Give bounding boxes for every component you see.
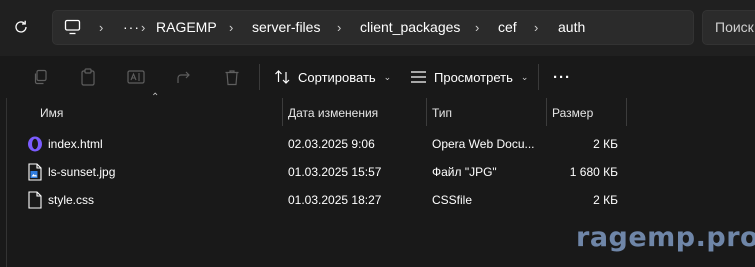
trash-icon [225,69,239,85]
file-type: CSSfile [432,193,473,207]
command-bar: Сортировать ⌄ Просмотреть ⌄ ··· [0,56,755,98]
view-icon [411,71,426,83]
file-size: 2 КБ [593,193,618,207]
file-name: ls-sunset.jpg [48,165,116,179]
toolbar-divider [259,64,260,90]
file-date: 02.03.2025 9:06 [288,137,375,151]
column-header-date[interactable]: Дата изменения [282,98,426,126]
watermark: ragemp.pro [576,222,755,253]
file-date: 01.03.2025 18:27 [288,193,382,207]
copy-icon [34,69,47,85]
file-row[interactable]: style.css 01.03.2025 18:27 CSSfile 2 КБ [0,186,755,214]
share-button[interactable] [172,65,196,89]
this-pc-icon [64,19,81,35]
file-row[interactable]: index.html 02.03.2025 9:06 Opera Web Doc… [0,130,755,158]
sort-icon [275,70,290,84]
chevron-down-icon: ⌄ [383,71,392,82]
view-label: Просмотреть [434,69,513,85]
chevron-down-icon: ⌄ [520,71,529,82]
file-icon [28,191,42,209]
file-type: Opera Web Docu... [432,137,535,151]
file-name: style.css [48,193,95,207]
file-list: index.html 02.03.2025 9:06 Opera Web Doc… [0,130,755,214]
paste-button[interactable] [76,65,100,89]
breadcrumb-chevron-icon: › [229,20,234,35]
breadcrumb-chevron-icon: › [534,20,539,35]
file-type: Файл "JPG" [432,165,497,179]
opera-icon [28,136,42,152]
file-size: 1 680 КБ [569,165,618,179]
breadcrumb-chevron-icon: › [141,20,146,35]
rename-icon [127,70,145,84]
share-icon [177,71,190,83]
search-box[interactable] [702,10,755,45]
more-options-button[interactable]: ··· [553,63,571,91]
view-button[interactable]: Просмотреть ⌄ [410,63,528,91]
breadcrumb-item-ragemp[interactable]: RAGEMP [156,11,217,44]
file-explorer-window: › ··· › RAGEMP › server-files › client_p… [0,0,755,267]
rename-button[interactable] [124,65,148,89]
image-file-icon [28,163,42,181]
column-headers: ⌃ Имя Дата изменения Тип Размер [0,92,755,126]
sort-label: Сортировать [298,69,376,85]
copy-button[interactable] [28,65,52,89]
breadcrumb-overflow[interactable]: ··· [123,11,140,44]
file-date: 01.03.2025 15:57 [288,165,382,179]
breadcrumb-item-server-files[interactable]: server-files [252,11,320,44]
file-name: index.html [48,137,103,151]
breadcrumb-item-client-packages[interactable]: client_packages [360,11,460,44]
toolbar-divider [538,64,539,90]
refresh-button[interactable] [8,14,34,40]
column-header-type[interactable]: Тип [426,98,546,126]
breadcrumb[interactable]: › ··· › RAGEMP › server-files › client_p… [52,10,694,45]
sort-button[interactable]: Сортировать ⌄ [274,63,391,91]
search-input[interactable] [715,19,755,35]
column-header-size[interactable]: Размер [546,98,626,126]
delete-button[interactable] [220,65,244,89]
breadcrumb-item-cef[interactable]: cef [498,11,517,44]
breadcrumb-chevron-icon: › [99,20,104,35]
paste-icon [81,68,95,86]
file-row[interactable]: ls-sunset.jpg 01.03.2025 15:57 Файл "JPG… [0,158,755,186]
breadcrumb-item-auth[interactable]: auth [558,11,585,44]
refresh-icon [15,20,27,33]
breadcrumb-chevron-icon: › [475,20,480,35]
column-divider[interactable] [626,98,627,126]
breadcrumb-chevron-icon: › [337,20,342,35]
column-header-name[interactable]: Имя [34,98,282,126]
address-bar-row: › ··· › RAGEMP › server-files › client_p… [0,0,755,56]
file-size: 2 КБ [593,137,618,151]
